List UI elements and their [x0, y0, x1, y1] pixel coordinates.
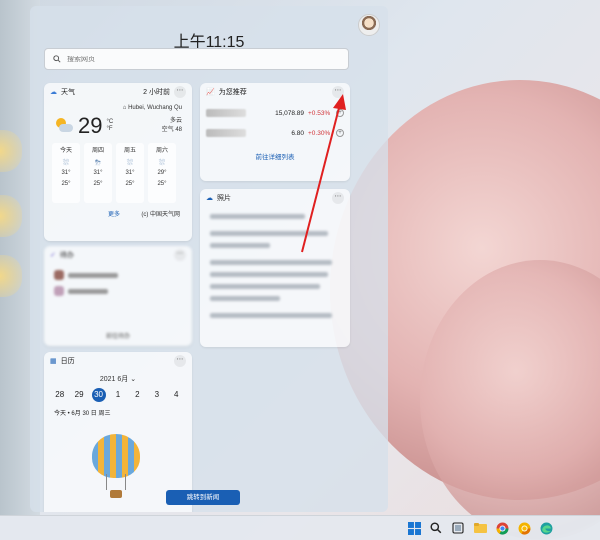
thunderstorm-icon: ⛈ — [94, 158, 102, 167]
weather-title: 天气 — [61, 89, 75, 96]
stock-row[interactable]: 15,078.89 +0.53% + — [200, 105, 350, 121]
calendar-day-selected[interactable]: 30 — [91, 388, 106, 402]
forecast-row: 今天 ⛆ 31° 25° 周四 ⛈ 31° 25° 周五 ⛆ 31° 25° 周… — [44, 141, 192, 205]
add-icon[interactable]: + — [336, 109, 344, 117]
todo-footer-link[interactable]: 前往待办 — [44, 331, 192, 340]
photos-more-options-button[interactable]: ⋯ — [332, 192, 344, 204]
chrome-canary-icon[interactable] — [516, 520, 532, 536]
weather-more-link[interactable]: 更多 — [108, 209, 120, 218]
cloud-icon: ☁ — [206, 195, 213, 202]
forecast-day[interactable]: 今天 ⛆ 31° 25° — [52, 143, 80, 203]
cloud-icon: ☁ — [50, 89, 57, 96]
weather-source[interactable]: (c) 中国天气网 — [141, 209, 180, 218]
file-explorer-icon[interactable] — [472, 520, 488, 536]
chevron-down-icon[interactable]: ⌄ — [130, 376, 136, 383]
current-temperature: 29 — [78, 113, 103, 138]
calendar-title: 日历 — [60, 358, 75, 365]
weather-updated: 2 小时前 — [143, 89, 170, 96]
forecast-day[interactable]: 周四 ⛈ 31° 25° — [84, 143, 112, 203]
calendar-day[interactable]: 29 — [72, 388, 86, 402]
todo-more-options-button[interactable]: ⋯ — [174, 249, 186, 261]
photos-title: 照片 — [217, 195, 231, 202]
recommendations-more-options-button[interactable]: ⋯ — [332, 86, 344, 98]
rain-icon: ⛆ — [62, 158, 70, 167]
blurred-text — [210, 214, 305, 219]
calendar-day[interactable]: 28 — [53, 388, 67, 402]
avatar[interactable] — [358, 14, 380, 36]
weather-location: Hubei, Wuchang Qu — [128, 105, 182, 111]
jump-to-news-button[interactable]: 跳转到新闻 — [166, 490, 240, 505]
blurred-text — [210, 313, 332, 318]
calendar-icon: ▦ — [50, 358, 57, 365]
fahrenheit-toggle[interactable]: °F — [106, 126, 113, 133]
search-input[interactable] — [67, 55, 327, 63]
forecast-day[interactable]: 周六 ⛆ 29° 25° — [148, 143, 176, 203]
stock-value: 15,078.89 — [275, 109, 304, 117]
blurred-text — [210, 231, 328, 236]
recommendations-widget[interactable]: 📈 为您推荐 ⋯ 15,078.89 +0.53% + 6.80 +0.30% … — [200, 83, 350, 181]
blurred-text — [210, 260, 332, 265]
celsius-toggle[interactable]: °C — [106, 119, 113, 126]
edge-icon[interactable] — [538, 520, 554, 536]
calendar-today-label: 今天 • 6月 30 日 周三 — [54, 411, 111, 417]
stock-row[interactable]: 6.80 +0.30% + — [200, 125, 350, 141]
weather-condition: 多云 — [169, 118, 182, 124]
calendar-widget[interactable]: ▦ 日历 ⋯ 2021 6月 ⌄ 28 29 30 1 2 3 4 今天 • 6… — [44, 352, 192, 512]
calendar-day[interactable]: 3 — [150, 388, 164, 402]
add-icon[interactable]: + — [336, 129, 344, 137]
todo-widget[interactable]: ✓ 待办 ⋯ 前往待办 — [44, 246, 192, 346]
calendar-week-row: 28 29 30 1 2 3 4 — [44, 384, 192, 406]
stock-change: +0.30% — [308, 129, 331, 137]
blurred-text — [210, 272, 328, 277]
search-icon[interactable] — [428, 520, 444, 536]
web-search-box[interactable] — [44, 48, 349, 70]
taskbar — [0, 515, 600, 540]
windows-icon[interactable] — [406, 520, 422, 536]
air-quality: 空气 48 — [161, 127, 182, 133]
partly-cloudy-icon — [54, 118, 74, 134]
blurred-text — [210, 243, 270, 248]
hot-air-balloon-illustration — [92, 434, 140, 504]
todo-icon: ✓ — [50, 252, 56, 259]
calendar-month[interactable]: 2021 6月 — [100, 376, 128, 383]
calendar-day[interactable]: 2 — [130, 388, 144, 402]
blurred-text — [210, 296, 280, 301]
weather-widget[interactable]: ☁ 天气 2 小时前 ⋯ ⌂ Hubei, Wuchang Qu 29 °C °… — [44, 83, 192, 241]
stock-change: +0.53% — [308, 109, 331, 117]
search-icon — [53, 55, 61, 63]
calendar-day[interactable]: 1 — [111, 388, 125, 402]
chart-icon: 📈 — [206, 89, 215, 96]
calendar-more-options-button[interactable]: ⋯ — [174, 355, 186, 367]
photos-widget[interactable]: ☁ 照片 ⋯ — [200, 189, 350, 347]
task-view-icon[interactable] — [450, 520, 466, 536]
stock-value: 6.80 — [291, 129, 304, 137]
chrome-icon[interactable] — [494, 520, 510, 536]
rain-icon: ⛆ — [126, 158, 134, 167]
weather-more-options-button[interactable]: ⋯ — [174, 86, 186, 98]
list-item[interactable] — [54, 286, 182, 296]
list-item[interactable] — [54, 270, 182, 280]
recommendations-detail-link[interactable]: 前往详细列表 — [200, 151, 350, 161]
forecast-day[interactable]: 周五 ⛆ 31° 25° — [116, 143, 144, 203]
widgets-panel: 上午11:15 ☁ 天气 2 小时前 ⋯ ⌂ Hubei, Wuchang Qu… — [30, 6, 388, 512]
rain-icon: ⛆ — [158, 158, 166, 167]
recommendations-title: 为您推荐 — [218, 89, 247, 96]
todo-title: 待办 — [59, 252, 74, 259]
home-icon: ⌂ — [122, 105, 127, 111]
calendar-day[interactable]: 4 — [169, 388, 183, 402]
blurred-text — [210, 284, 320, 289]
